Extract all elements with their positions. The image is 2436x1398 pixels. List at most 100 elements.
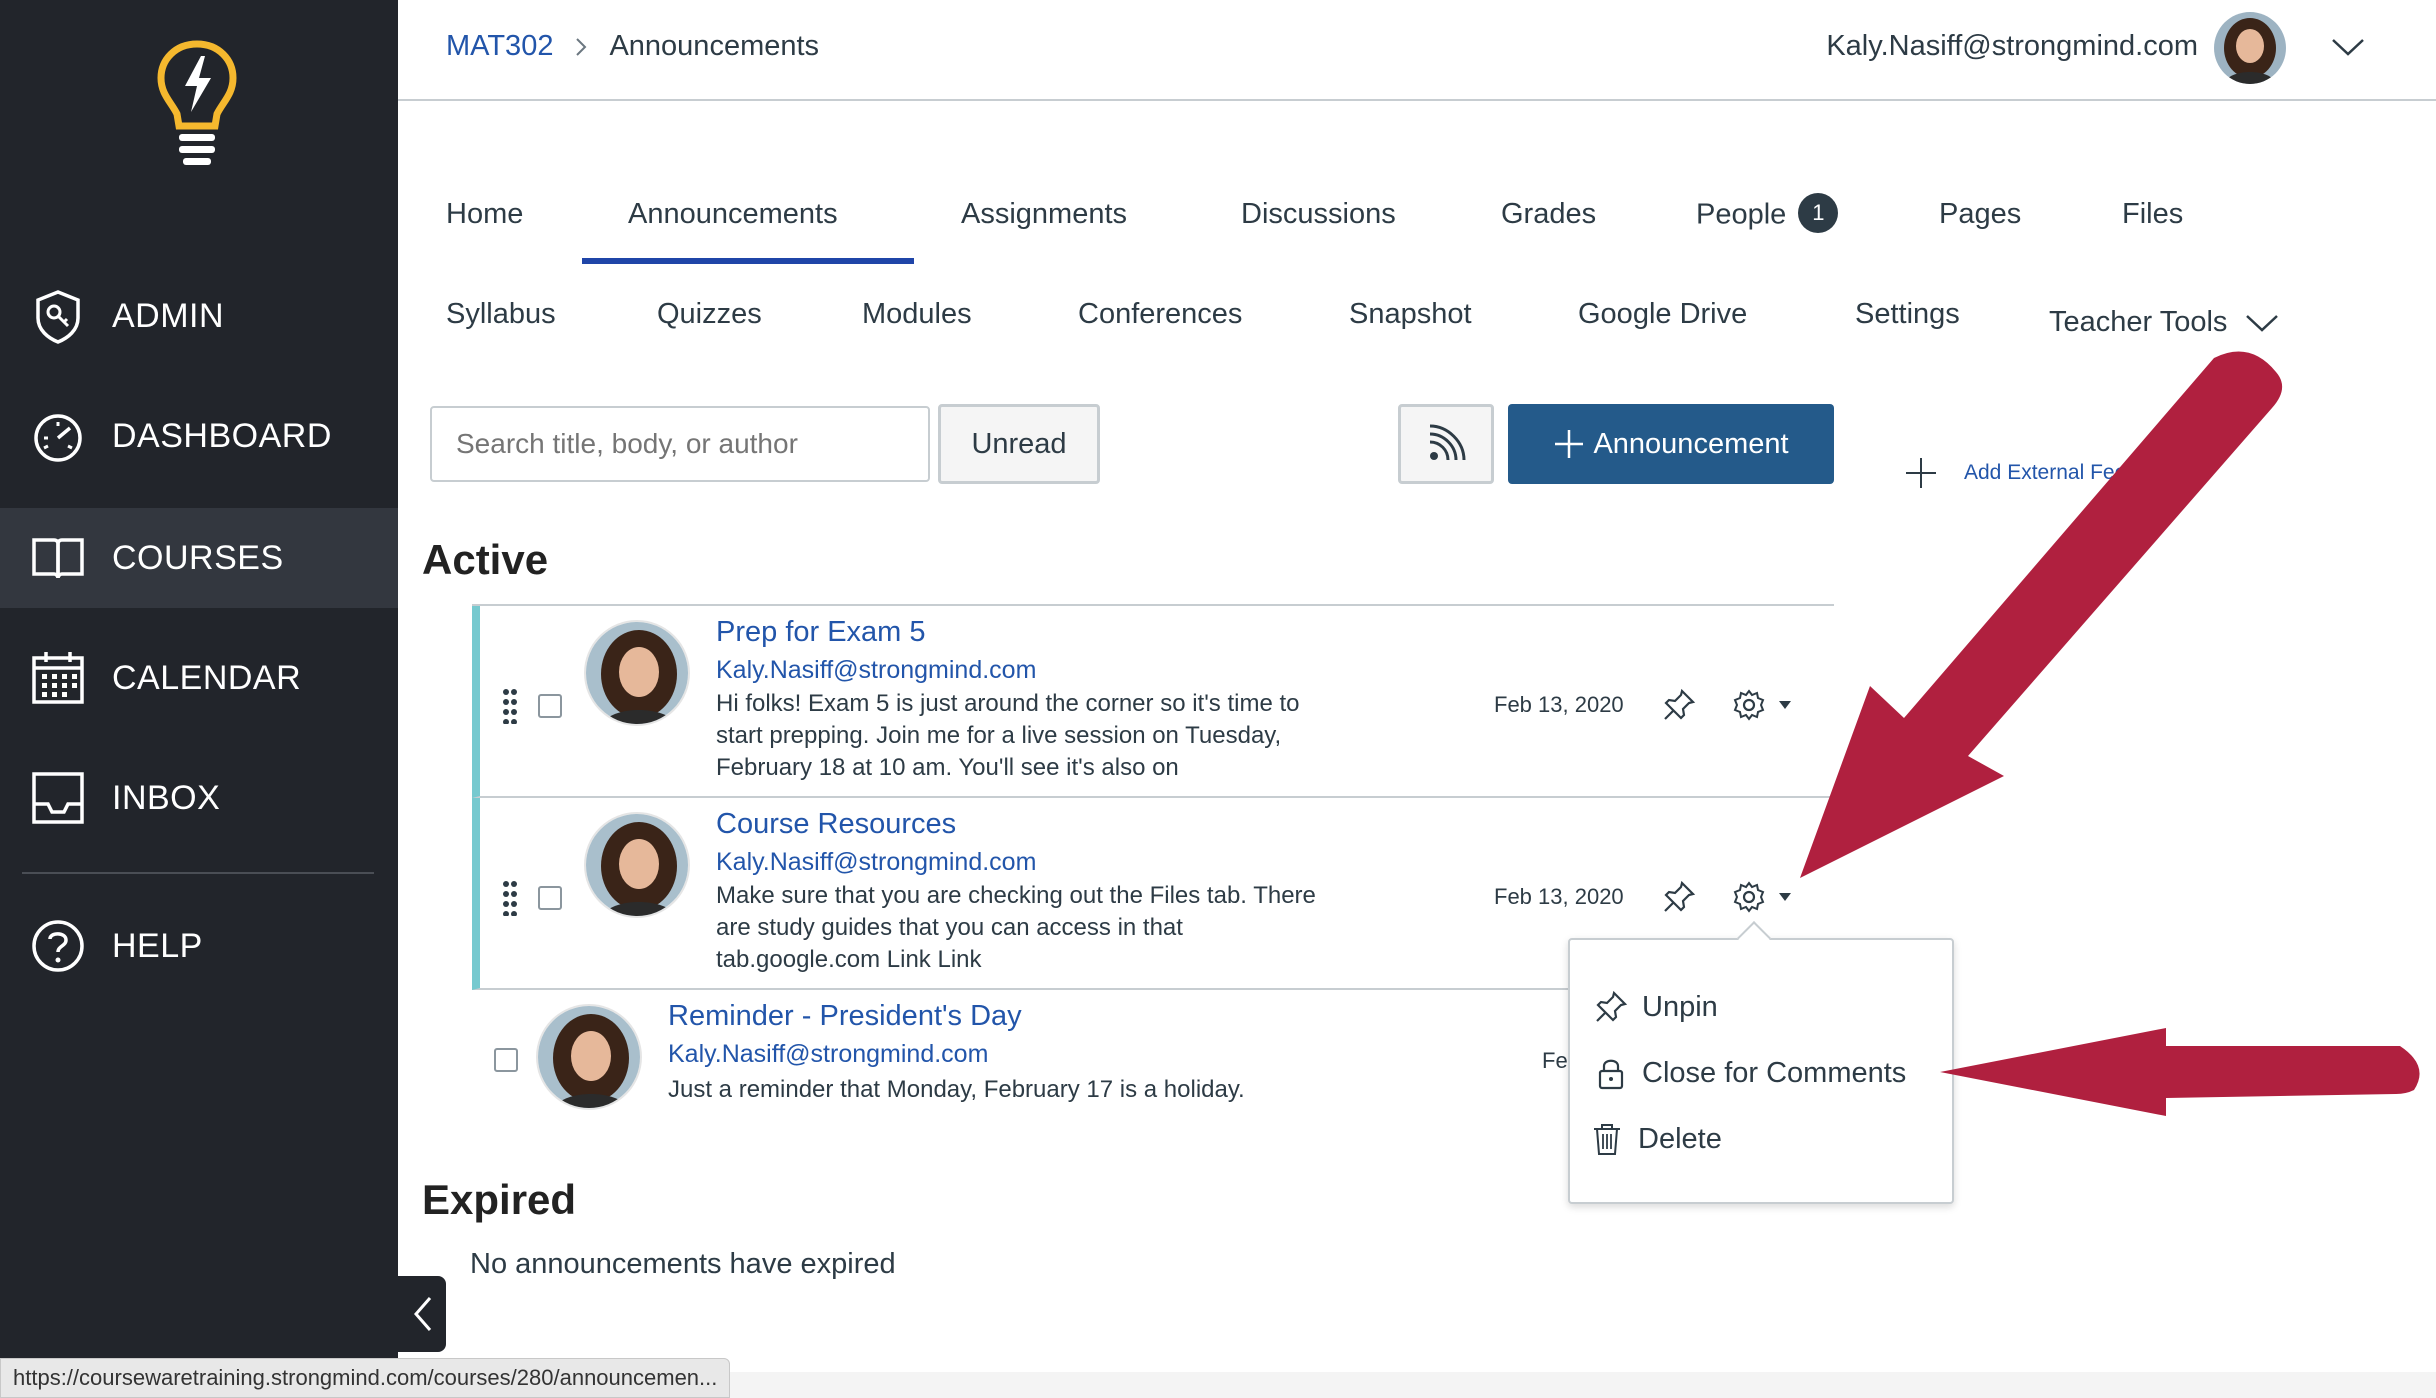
tab-google-drive[interactable]: Google Drive [1578, 298, 1747, 331]
sidebar-item-courses[interactable]: COURSES [0, 508, 398, 608]
collapse-sidebar-button[interactable] [398, 1276, 446, 1352]
caret-down-icon[interactable] [1778, 700, 1792, 710]
drag-handle-icon[interactable] [502, 880, 518, 916]
add-external-feed-link[interactable]: Add External Feed [1904, 456, 2138, 490]
unread-filter-button[interactable]: Unread [938, 404, 1100, 484]
breadcrumb-course-link[interactable]: MAT302 [446, 30, 553, 63]
breadcrumb-current: Announcements [609, 30, 820, 62]
browser-status-url: https://coursewaretraining.strongmind.co… [0, 1358, 731, 1398]
sidebar-item-dashboard[interactable]: DASHBOARD [0, 386, 398, 486]
add-external-feed-label: Add External Feed [1964, 461, 2138, 484]
expired-section-heading: Expired [422, 1176, 577, 1223]
active-section-heading: Active [422, 536, 549, 583]
sidebar-item-calendar[interactable]: CALENDAR [0, 628, 398, 728]
sidebar-item-label: HELP [112, 926, 203, 965]
trash-icon [1594, 1124, 1620, 1155]
tab-discussions[interactable]: Discussions [1241, 198, 1396, 231]
rss-feed-button[interactable] [1398, 404, 1494, 484]
search-input[interactable] [430, 406, 930, 482]
sidebar-item-label: DASHBOARD [112, 416, 332, 455]
chevron-left-icon [414, 1297, 432, 1331]
plus-icon [1555, 430, 1584, 458]
announcement-row[interactable]: Prep for Exam 5 Kaly.Nasiff@strongmind.c… [472, 606, 1834, 798]
announcement-title-link[interactable]: Reminder - President's Day [668, 1000, 1022, 1033]
announcement-body: Just a reminder that Monday, February 17… [668, 1076, 1245, 1103]
people-count-badge: 1 [1798, 193, 1839, 233]
announcement-date: Feb 13, 2020 [1494, 692, 1624, 717]
add-announcement-label: Announcement [1593, 427, 1789, 460]
annotation-arrow-to-close-comments [1940, 1028, 2420, 1116]
tab-home[interactable]: Home [446, 198, 523, 231]
sidebar-item-inbox[interactable]: INBOX [0, 748, 398, 848]
no-expired-message: No announcements have expired [470, 1248, 896, 1280]
tab-quizzes[interactable]: Quizzes [657, 298, 762, 331]
tab-settings[interactable]: Settings [1855, 298, 1960, 331]
announcement-author-link[interactable]: Kaly.Nasiff@strongmind.com [716, 848, 1036, 877]
announcement-options-menu: Unpin Close for Comments Delete [1568, 938, 1954, 1204]
courses-book-icon [32, 538, 84, 579]
menu-item-delete[interactable]: Delete [1590, 1122, 1722, 1156]
calendar-icon [32, 652, 84, 704]
tab-announcements[interactable]: Announcements [628, 198, 838, 231]
lock-icon [1598, 1059, 1624, 1090]
help-question-icon [32, 920, 84, 972]
announcement-body: Make sure that you are checking out the … [716, 882, 1316, 973]
menu-item-unpin[interactable]: Unpin [1594, 990, 1718, 1024]
caret-down-icon[interactable] [1778, 892, 1792, 902]
tab-assignments[interactable]: Assignments [961, 198, 1127, 231]
chevron-right-icon [576, 37, 587, 56]
announcement-author-link[interactable]: Kaly.Nasiff@strongmind.com [716, 656, 1036, 685]
breadcrumb: MAT302 Announcements [446, 30, 819, 63]
tab-snapshot[interactable]: Snapshot [1349, 298, 1472, 331]
author-avatar [536, 1004, 642, 1110]
tab-pages[interactable]: Pages [1939, 198, 2021, 231]
lightbulb-logo-icon[interactable] [155, 40, 239, 175]
announcement-date: Fe [1542, 1048, 1568, 1073]
menu-item-label: Close for Comments [1642, 1056, 1907, 1089]
announcement-checkbox[interactable] [538, 694, 562, 718]
tab-people[interactable]: People 1 [1696, 193, 1839, 236]
announcement-author-link[interactable]: Kaly.Nasiff@strongmind.com [668, 1040, 988, 1069]
sidebar-item-label: COURSES [112, 538, 284, 577]
author-avatar [584, 812, 690, 918]
announcement-date: Feb 13, 2020 [1494, 884, 1624, 909]
menu-item-label: Delete [1638, 1122, 1722, 1155]
pin-icon[interactable] [1662, 688, 1696, 722]
tab-grades[interactable]: Grades [1501, 198, 1596, 231]
inbox-tray-icon [32, 772, 84, 824]
announcement-checkbox[interactable] [494, 1048, 518, 1072]
sidebar-item-label: INBOX [112, 778, 221, 817]
user-avatar[interactable] [2214, 12, 2286, 84]
pin-icon [1596, 990, 1628, 1022]
page-header: MAT302 Announcements Kaly.Nasiff@strongm… [398, 0, 2436, 101]
add-announcement-button[interactable]: Announcement [1508, 404, 1834, 484]
tab-conferences[interactable]: Conferences [1078, 298, 1242, 331]
active-tab-indicator [582, 258, 914, 264]
announcement-checkbox[interactable] [538, 886, 562, 910]
drag-handle-icon[interactable] [502, 688, 518, 724]
tab-teacher-tools[interactable]: Teacher Tools [2049, 306, 2279, 339]
gear-icon[interactable] [1732, 688, 1766, 722]
announcement-body: Hi folks! Exam 5 is just around the corn… [716, 690, 1300, 781]
pin-icon[interactable] [1662, 880, 1696, 914]
plus-icon [1906, 458, 1936, 488]
gear-icon[interactable] [1732, 880, 1766, 914]
sidebar-divider [22, 872, 374, 874]
tab-teacher-tools-label: Teacher Tools [2049, 306, 2228, 338]
rss-icon [1429, 424, 1466, 461]
tab-modules[interactable]: Modules [862, 298, 972, 331]
sidebar-item-help[interactable]: HELP [0, 896, 398, 996]
global-nav-sidebar: ADMIN DASHBOARD COURSES CALENDAR INBOX H… [0, 0, 398, 1398]
tab-files[interactable]: Files [2122, 198, 2183, 231]
menu-item-close-for-comments[interactable]: Close for Comments [1594, 1056, 1906, 1090]
tab-people-label: People [1696, 198, 1787, 231]
author-avatar [584, 620, 690, 726]
menu-item-label: Unpin [1642, 990, 1718, 1023]
sidebar-item-admin[interactable]: ADMIN [0, 266, 398, 366]
tab-syllabus[interactable]: Syllabus [446, 298, 556, 331]
sidebar-item-label: CALENDAR [112, 658, 302, 697]
announcement-title-link[interactable]: Prep for Exam 5 [716, 616, 926, 649]
sidebar-item-label: ADMIN [112, 296, 225, 335]
announcement-title-link[interactable]: Course Resources [716, 808, 956, 841]
chevron-down-icon[interactable] [2330, 32, 2366, 62]
